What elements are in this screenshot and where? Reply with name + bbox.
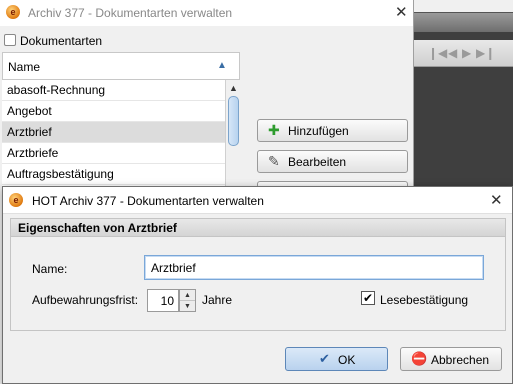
retention-label: Aufbewahrungsfrist: [32, 293, 139, 307]
plus-icon: ✚ [268, 122, 280, 138]
dialog-titlebar: e Archiv 377 - Dokumentarten verwalten ✕ [0, 0, 413, 26]
scroll-up-icon[interactable]: ▲ [229, 83, 238, 93]
cancel-button-label: Abbrechen [431, 353, 490, 367]
name-field[interactable] [144, 255, 484, 280]
properties-section-title: Eigenschaften von Arztbrief [18, 221, 177, 235]
close-icon[interactable]: ✕ [395, 5, 408, 20]
document-type-properties-dialog: e HOT Archiv 377 - Dokumentarten verwalt… [2, 186, 513, 384]
add-button[interactable]: ✚ Hinzufügen [257, 119, 408, 142]
archive-app-icon: e [6, 5, 20, 19]
ok-button[interactable]: ✔ OK [285, 347, 388, 371]
dialog-title: Archiv 377 - Dokumentarten verwalten [28, 6, 233, 20]
name-label: Name: [32, 262, 68, 276]
next-icon[interactable]: ▶ [462, 46, 471, 60]
checkmark-icon: ✔ [319, 351, 330, 366]
edit-button-label: Bearbeiten [288, 155, 347, 169]
dokumentarten-checkbox[interactable] [4, 34, 16, 46]
background-app-tabbar [414, 12, 513, 32]
retention-value-field[interactable] [147, 289, 179, 312]
retention-unit: Jahre [202, 293, 233, 307]
read-confirmation-label: Lesebestätigung [380, 293, 469, 307]
dialog-title: HOT Archiv 377 - Dokumentarten verwalten [32, 194, 264, 208]
list-item[interactable]: Auftragsbestätigung [2, 164, 225, 185]
sort-ascending-icon: ▲ [217, 60, 227, 71]
document-type-list: abasoft-Rechnung Angebot Arztbrief Arztb… [2, 80, 225, 190]
edit-icon: ✎ [268, 153, 280, 169]
properties-panel-header: Eigenschaften von Arztbrief [11, 219, 505, 237]
first-page-icon[interactable]: ❙◀ [428, 46, 447, 60]
background-app-navbar: ❙◀ ◀ ▶ ▶❙ [414, 40, 513, 67]
retention-stepper[interactable]: ▲ ▼ [179, 289, 196, 312]
ok-button-label: OK [338, 353, 356, 367]
cancel-button[interactable]: ⛔ Abbrechen [400, 347, 502, 371]
list-item[interactable]: Angebot [2, 101, 225, 122]
list-scrollbar[interactable]: ▲ [225, 80, 240, 190]
column-header-name[interactable]: Name ▲ [2, 52, 240, 80]
dokumentarten-checkbox-label: Dokumentarten [20, 34, 103, 48]
close-icon[interactable]: ✕ [490, 193, 503, 208]
dialog-titlebar: e HOT Archiv 377 - Dokumentarten verwalt… [3, 187, 512, 214]
background-app-titlebar [414, 0, 513, 12]
add-button-label: Hinzufügen [288, 124, 349, 138]
list-item-selected[interactable]: Arztbrief [2, 122, 225, 143]
edit-button[interactable]: ✎ Bearbeiten [257, 150, 408, 173]
stepper-down-icon[interactable]: ▼ [180, 301, 195, 312]
scroll-thumb[interactable] [228, 96, 239, 146]
cancel-icon: ⛔ [411, 351, 428, 366]
list-item[interactable]: Arztbriefe [2, 143, 225, 164]
read-confirmation-checkbox[interactable]: ✔ [361, 291, 375, 305]
column-header-label: Name [8, 60, 41, 74]
list-item[interactable]: abasoft-Rechnung [2, 80, 225, 101]
last-page-icon[interactable]: ▶❙ [476, 46, 495, 60]
prev-icon[interactable]: ◀ [448, 46, 457, 60]
stepper-up-icon[interactable]: ▲ [180, 290, 195, 301]
archive-app-icon: e [9, 193, 23, 207]
